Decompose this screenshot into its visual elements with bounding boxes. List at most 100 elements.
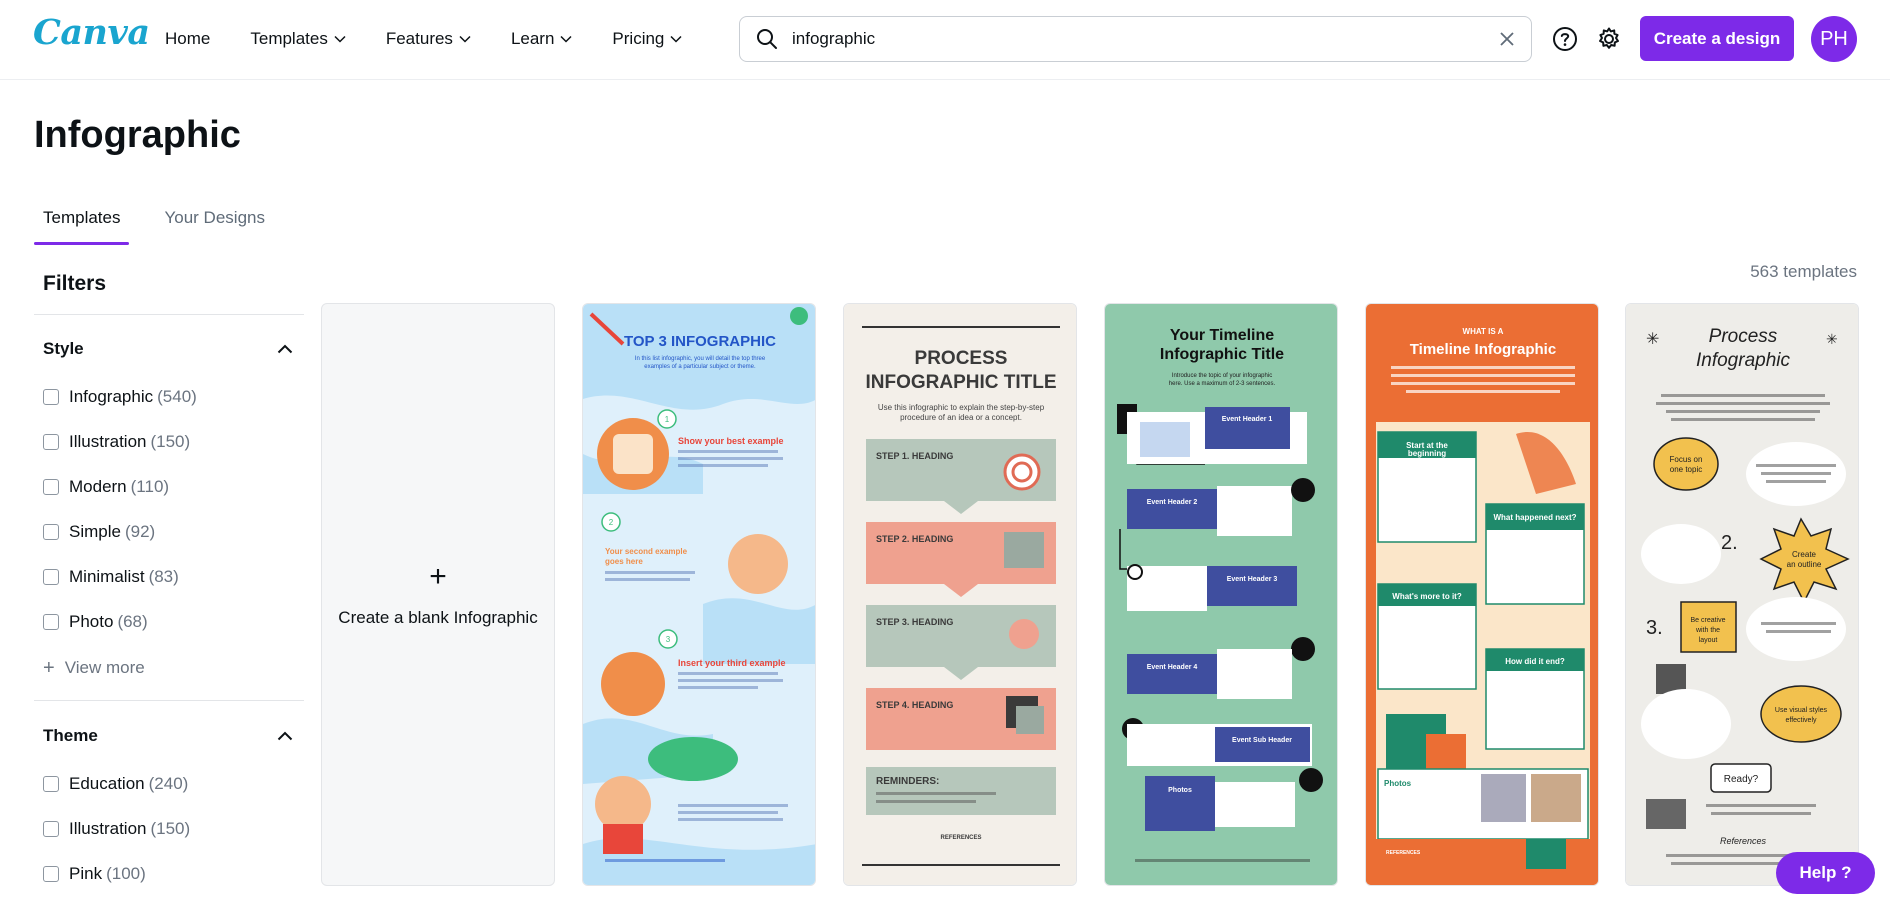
search-icon	[756, 28, 778, 50]
nav-pricing[interactable]: Pricing	[612, 29, 682, 49]
template-item: Insert your third example	[678, 658, 786, 668]
view-more-link[interactable]: + View more	[43, 658, 145, 678]
checkbox[interactable]	[43, 434, 59, 450]
nav-learn-label: Learn	[510, 29, 555, 48]
checkbox[interactable]	[43, 776, 59, 792]
template-bubble: Be creative	[1690, 617, 1725, 624]
gear-icon[interactable]	[1592, 22, 1626, 56]
template-card-process-infographic-title[interactable]: PROCESS INFOGRAPHIC TITLE Use this infog…	[843, 303, 1077, 886]
chevron-up-icon	[277, 344, 293, 354]
template-subtitle: In this list infographic, you will detai…	[635, 356, 766, 362]
template-thumbnail: TOP 3 INFOGRAPHIC In this list infograph…	[583, 304, 815, 885]
template-box: How did it end?	[1505, 657, 1565, 666]
nav-home[interactable]: Home	[165, 29, 210, 49]
template-references: References	[1720, 836, 1767, 846]
theme-section-title: Theme	[43, 726, 98, 745]
divider	[34, 314, 304, 315]
avatar[interactable]: PH	[1811, 16, 1857, 62]
filter-label: Simple	[69, 522, 121, 541]
template-box: Photos	[1384, 779, 1412, 788]
template-title-line: INFOGRAPHIC TITLE	[865, 372, 1056, 393]
checkbox[interactable]	[43, 821, 59, 837]
tab-bar: Templates Your Designs	[34, 200, 300, 245]
template-bubble-line: layout	[1699, 637, 1718, 644]
style-section-header[interactable]: Style	[43, 339, 293, 359]
filter-count: (92)	[124, 522, 156, 541]
filter-label: Pink	[69, 864, 103, 883]
chevron-down-icon	[334, 35, 346, 43]
template-subtitle-line: here. Use a maximum of 2-3 sentences.	[1169, 381, 1276, 387]
template-thumbnail: Process Infographic ✳ ✳ Focus on one top…	[1626, 304, 1858, 885]
template-reminders: REMINDERS:	[876, 776, 939, 787]
question-circle-icon[interactable]	[1548, 22, 1582, 56]
template-thumbnail: WHAT IS A Timeline Infographic Start at …	[1366, 304, 1598, 885]
template-references: REFERENCES	[940, 835, 981, 841]
filter-style-modern[interactable]: Modern (110)	[43, 477, 169, 497]
search-input[interactable]	[790, 28, 1499, 50]
create-a-design-button[interactable]: Create a design	[1640, 16, 1794, 61]
template-item: Your second example	[605, 547, 688, 556]
filter-count: (240)	[148, 774, 189, 793]
top-navigation-bar: Canva Home Templates Features Learn Pric…	[0, 0, 1890, 80]
nav-templates-label: Templates	[250, 29, 328, 48]
nav-features[interactable]: Features	[386, 29, 471, 49]
template-title-line: Infographic Title	[1160, 346, 1284, 363]
nav-templates[interactable]: Templates	[250, 29, 346, 49]
checkbox[interactable]	[43, 524, 59, 540]
checkbox[interactable]	[43, 389, 59, 405]
template-card-what-is-a-timeline-infographic[interactable]: WHAT IS A Timeline Infographic Start at …	[1365, 303, 1599, 886]
template-title: TOP 3 INFOGRAPHIC	[624, 333, 776, 350]
step-number: 3.	[1646, 617, 1663, 639]
filter-label: Infographic	[69, 387, 154, 406]
filter-label: Modern	[69, 477, 127, 496]
canva-logo[interactable]: Canva	[33, 12, 150, 53]
template-subtitle: Introduce the topic of your infographic	[1172, 373, 1272, 379]
template-item: Show your best example	[678, 436, 784, 446]
nav-learn[interactable]: Learn	[511, 29, 572, 49]
theme-section-header[interactable]: Theme	[43, 726, 293, 746]
page-title: Infographic	[34, 114, 241, 156]
filter-style-infographic[interactable]: Infographic (540)	[43, 387, 197, 407]
filter-style-minimalist[interactable]: Minimalist (83)	[43, 567, 179, 587]
filter-style-illustration[interactable]: Illustration (150)	[43, 432, 190, 452]
checkbox[interactable]	[43, 614, 59, 630]
tab-templates[interactable]: Templates	[34, 200, 130, 245]
filter-theme-pink[interactable]: Pink (100)	[43, 864, 146, 884]
template-step: STEP 2. HEADING	[876, 534, 953, 544]
template-card-top-3-infographic[interactable]: TOP 3 INFOGRAPHIC In this list infograph…	[582, 303, 816, 886]
template-title: PROCESS	[915, 348, 1008, 369]
template-bubble-line: effectively	[1786, 717, 1817, 724]
template-event: Event Sub Header	[1232, 737, 1292, 744]
search-bar	[739, 16, 1532, 62]
template-event: Event Header 3	[1227, 576, 1278, 583]
filter-style-photo[interactable]: Photo (68)	[43, 612, 148, 632]
template-thumbnail: Your Timeline Infographic Title Introduc…	[1105, 304, 1337, 885]
sparkle-icon: ✳	[1826, 331, 1838, 347]
close-icon[interactable]	[1499, 31, 1515, 47]
template-step: STEP 4. HEADING	[876, 700, 953, 710]
checkbox[interactable]	[43, 569, 59, 585]
filter-theme-illustration[interactable]: Illustration (150)	[43, 819, 190, 839]
template-card-your-timeline-infographic-title[interactable]: Your Timeline Infographic Title Introduc…	[1104, 303, 1338, 886]
template-thumbnail: PROCESS INFOGRAPHIC TITLE Use this infog…	[844, 304, 1076, 885]
filter-label: Education	[69, 774, 145, 793]
template-bubble: Focus on	[1670, 455, 1703, 464]
template-item-line: goes here	[605, 557, 643, 566]
filter-count: (150)	[150, 819, 191, 838]
divider	[34, 700, 304, 701]
create-blank-infographic-card[interactable]: + Create a blank Infographic	[321, 303, 555, 886]
checkbox[interactable]	[43, 866, 59, 882]
help-button[interactable]: Help ?	[1776, 852, 1875, 894]
template-references: REFERENCES	[1386, 850, 1421, 856]
template-title: Timeline Infographic	[1410, 341, 1556, 358]
template-bubble-line: one topic	[1670, 465, 1702, 474]
template-card-process-infographic[interactable]: Process Infographic ✳ ✳ Focus on one top…	[1625, 303, 1859, 886]
template-step: STEP 1. HEADING	[876, 451, 953, 461]
filter-style-simple[interactable]: Simple (92)	[43, 522, 155, 542]
filter-theme-education[interactable]: Education (240)	[43, 774, 188, 794]
step-number: 2	[609, 518, 614, 527]
template-bubble: Use visual styles	[1775, 707, 1828, 714]
chevron-down-icon	[670, 35, 682, 43]
checkbox[interactable]	[43, 479, 59, 495]
tab-your-designs[interactable]: Your Designs	[155, 200, 274, 242]
